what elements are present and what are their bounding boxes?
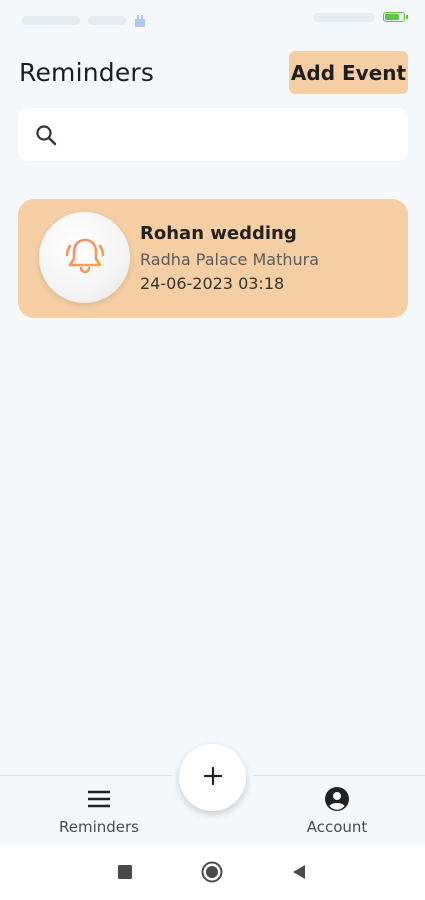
search-icon bbox=[35, 124, 57, 146]
app-screen: Reminders Add Event Rohan wedding Radha … bbox=[0, 0, 425, 900]
bell-icon bbox=[61, 232, 109, 284]
search-input[interactable] bbox=[68, 118, 392, 153]
app-notification-icon bbox=[134, 13, 146, 27]
notification-icons bbox=[88, 15, 126, 25]
home-button[interactable] bbox=[201, 861, 223, 883]
status-right-icons bbox=[313, 12, 408, 22]
event-card[interactable]: Rohan wedding Radha Palace Mathura 24-06… bbox=[18, 199, 408, 318]
battery-level bbox=[385, 14, 399, 20]
clock-placeholder bbox=[22, 15, 80, 25]
page-title: Reminders bbox=[19, 58, 155, 87]
signal-icons bbox=[313, 12, 375, 22]
event-icon-badge bbox=[39, 212, 130, 303]
status-bar bbox=[0, 0, 425, 40]
event-title: Rohan wedding bbox=[140, 223, 297, 244]
nav-label-account: Account bbox=[306, 818, 368, 836]
event-datetime: 24-06-2023 03:18 bbox=[140, 274, 285, 293]
status-left-icons bbox=[22, 10, 146, 30]
battery-icon bbox=[383, 12, 408, 22]
back-button[interactable] bbox=[288, 861, 310, 883]
nav-item-account[interactable]: Account bbox=[292, 786, 382, 836]
search-bar[interactable] bbox=[18, 108, 408, 161]
event-location: Radha Palace Mathura bbox=[140, 250, 320, 269]
menu-icon bbox=[86, 786, 112, 812]
recent-apps-button[interactable] bbox=[114, 861, 136, 883]
system-navigation-bar bbox=[0, 843, 425, 900]
nav-label-reminders: Reminders bbox=[59, 818, 139, 836]
add-fab-button[interactable] bbox=[179, 744, 246, 811]
plus-icon bbox=[203, 766, 223, 789]
nav-item-reminders[interactable]: Reminders bbox=[52, 786, 146, 836]
account-icon bbox=[324, 786, 350, 812]
add-event-button[interactable]: Add Event bbox=[289, 51, 408, 94]
